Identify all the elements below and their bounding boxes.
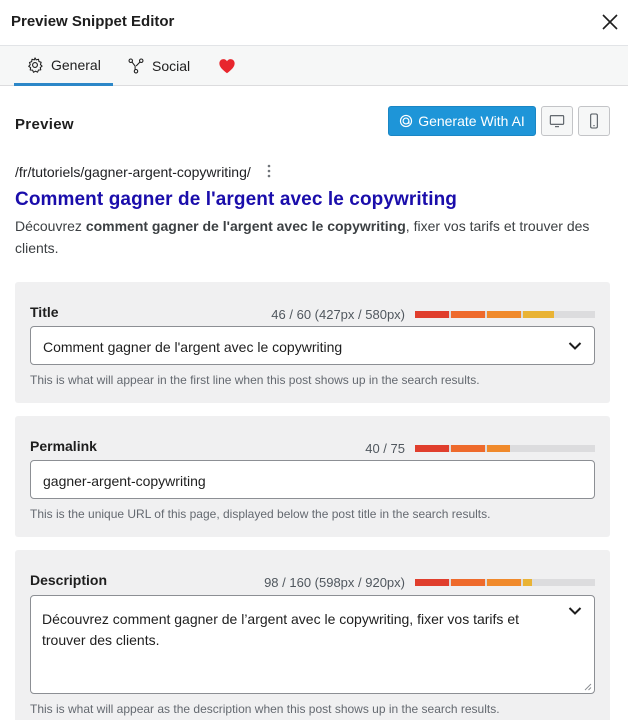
tab-social-label: Social bbox=[152, 58, 191, 74]
description-help: This is what will appear as the descript… bbox=[30, 702, 500, 716]
title-value: Comment gagner de l'argent avec le copyw… bbox=[43, 339, 343, 355]
meter-segment bbox=[523, 311, 554, 318]
title-help: This is what will appear in the first li… bbox=[30, 373, 480, 387]
chevron-down-icon[interactable] bbox=[568, 341, 582, 351]
snippet-menu-button[interactable] bbox=[264, 163, 274, 179]
meter-segment bbox=[415, 311, 449, 318]
mobile-preview-button[interactable] bbox=[578, 106, 610, 136]
description-value: Découvrez comment gagner de l’argent ave… bbox=[42, 611, 519, 648]
snippet-url: /fr/tutoriels/gagner-argent-copywriting/ bbox=[15, 164, 251, 180]
permalink-count: 40 / 75 bbox=[365, 441, 405, 456]
permalink-help: This is the unique URL of this page, dis… bbox=[30, 507, 491, 521]
title-label: Title bbox=[30, 304, 59, 320]
title-meter bbox=[415, 311, 595, 318]
gear-icon bbox=[28, 56, 43, 73]
meter-segment bbox=[451, 579, 485, 586]
generate-ai-button[interactable]: Generate With AI bbox=[388, 106, 536, 136]
chevron-down-icon[interactable] bbox=[568, 606, 582, 616]
permalink-meter bbox=[415, 445, 595, 452]
meter-segment bbox=[451, 445, 485, 452]
description-panel: Description 98 / 160 (598px / 920px) Déc… bbox=[15, 550, 610, 720]
preview-heading: Preview bbox=[15, 116, 74, 133]
meter-segment bbox=[487, 579, 521, 586]
desktop-icon bbox=[549, 115, 565, 128]
meter-segment bbox=[487, 445, 511, 452]
permalink-panel: Permalink 40 / 75 gagner-argent-copywrit… bbox=[15, 416, 610, 537]
permalink-field[interactable]: gagner-argent-copywriting bbox=[30, 460, 595, 499]
modal-header: Preview Snippet Editor bbox=[0, 0, 628, 46]
tab-social[interactable]: Social bbox=[127, 46, 190, 86]
snippet-description: Découvrez comment gagner de l'argent ave… bbox=[15, 215, 605, 259]
close-button[interactable] bbox=[598, 10, 622, 34]
generate-ai-label: Generate With AI bbox=[418, 113, 525, 129]
meter-segment bbox=[487, 311, 521, 318]
modal-title: Preview Snippet Editor bbox=[11, 13, 175, 30]
snippet-desc-keyword: comment gagner de l'argent avec le copyw… bbox=[85, 218, 406, 234]
meter-segment bbox=[523, 579, 532, 586]
snippet-desc-prefix: Découvrez bbox=[15, 218, 86, 234]
title-panel: Title 46 / 60 (427px / 580px) Comment ga… bbox=[15, 282, 610, 403]
snippet-title[interactable]: Comment gagner de l'argent avec le copyw… bbox=[15, 189, 457, 211]
meter-segment bbox=[451, 311, 485, 318]
tab-general[interactable]: General bbox=[14, 46, 113, 86]
description-label: Description bbox=[30, 572, 108, 588]
title-field[interactable]: Comment gagner de l'argent avec le copyw… bbox=[30, 326, 595, 365]
permalink-label: Permalink bbox=[30, 438, 97, 454]
permalink-value: gagner-argent-copywriting bbox=[43, 473, 206, 489]
more-vertical-icon bbox=[267, 164, 271, 178]
tab-favorite[interactable] bbox=[218, 46, 243, 86]
title-count: 46 / 60 (427px / 580px) bbox=[271, 307, 405, 322]
ai-icon bbox=[400, 114, 413, 128]
mobile-icon bbox=[590, 113, 598, 129]
meter-segment bbox=[415, 445, 449, 452]
heart-icon bbox=[219, 59, 235, 74]
resize-handle-icon[interactable] bbox=[584, 683, 592, 691]
close-icon bbox=[602, 14, 618, 30]
description-count: 98 / 160 (598px / 920px) bbox=[264, 575, 405, 590]
meter-segment bbox=[415, 579, 449, 586]
share-icon bbox=[128, 58, 144, 74]
tab-general-label: General bbox=[51, 56, 101, 73]
tab-bar: General Social bbox=[0, 46, 628, 86]
description-meter bbox=[415, 579, 595, 586]
description-field[interactable]: Découvrez comment gagner de l’argent ave… bbox=[30, 595, 595, 694]
desktop-preview-button[interactable] bbox=[541, 106, 573, 136]
